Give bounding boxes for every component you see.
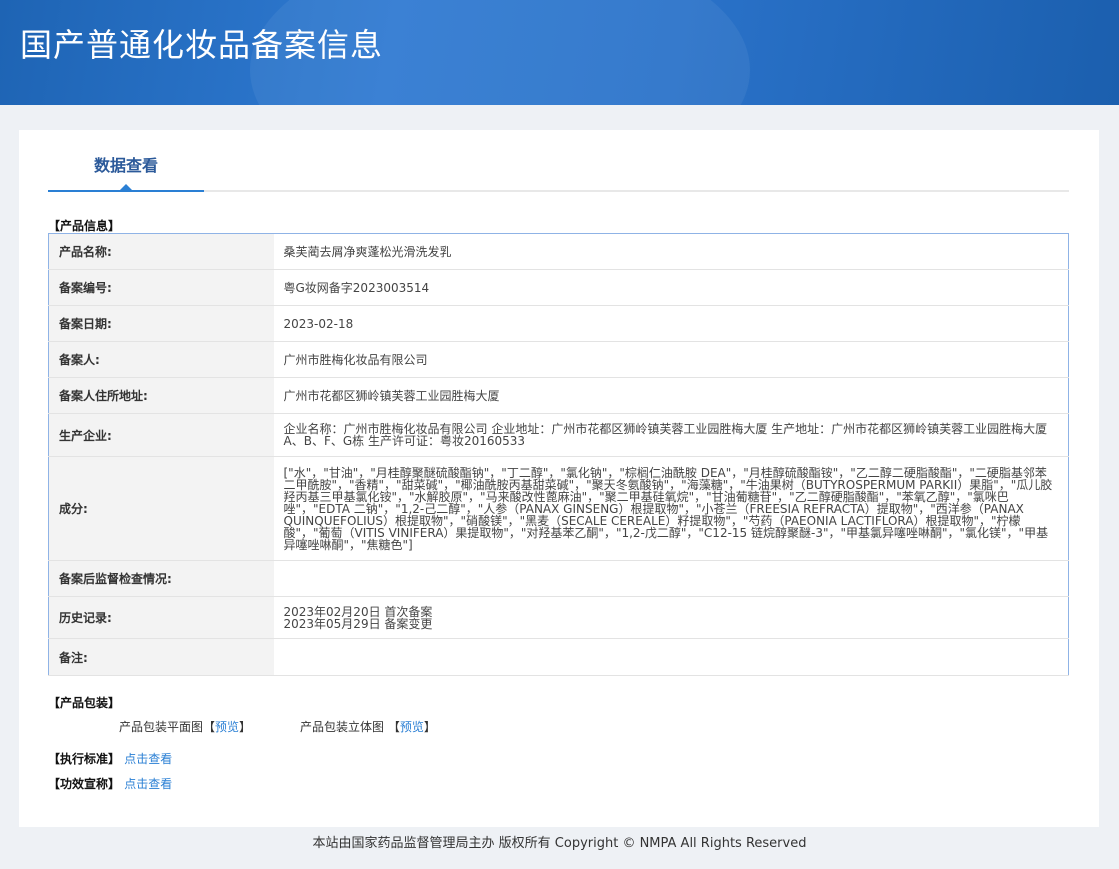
table-row: 产品名称: 桑芙蔺去屑净爽蓬松光滑洗发乳 [48,233,1069,270]
package-flat-label: 产品包装平面图 [119,720,204,734]
table-row: 备案人住所地址: 广州市花都区狮岭镇芙蓉工业园胜梅大厦 [48,377,1069,414]
package-flat: 产品包装平面图【预览】 [119,718,251,735]
row-value: 广州市花都区狮岭镇芙蓉工业园胜梅大厦 [273,377,1069,414]
row-value: 粤G妆网备字2023003514 [273,269,1069,306]
row-label: 备案后监督检查情况: [48,560,274,597]
row-value: 2023-02-18 [273,305,1069,342]
row-value: 2023年02月20日 首次备案 2023年05月29日 备案变更 [273,596,1069,639]
row-label: 成分: [48,456,274,561]
table-row: 成分: ["水"，"甘油"，"月桂醇聚醚硫酸酯钠"，"丁二醇"，"氯化钠"，"棕榈… [48,456,1069,561]
row-value: 企业名称：广州市胜梅化妆品有限公司 企业地址：广州市花都区狮岭镇芙蓉工业园胜梅大… [273,413,1069,457]
row-value [273,638,1069,676]
row-value: 广州市胜梅化妆品有限公司 [273,341,1069,378]
row-label: 生产企业: [48,413,274,457]
footer: 本站由国家药品监督管理局主办 版权所有 Copyright © NMPA All… [312,836,807,851]
page-title: 国产普通化妆品备案信息 [20,26,384,64]
section-packaging: 【产品包装】 [48,696,121,710]
row-label: 备案人: [48,341,274,378]
table-row: 备案日期: 2023-02-18 [48,305,1069,342]
row-value: 桑芙蔺去屑净爽蓬松光滑洗发乳 [273,233,1069,270]
row-label: 历史记录: [48,596,274,639]
table-row: 备案编号: 粤G妆网备字2023003514 [48,269,1069,306]
section-standard: 【执行标准】 点击查看 [48,750,172,767]
page-header: 国产普通化妆品备案信息 [0,0,1119,105]
table-row: 历史记录: 2023年02月20日 首次备案 2023年05月29日 备案变更 [48,596,1069,639]
package-3d: 产品包装立体图 【预览】 [300,718,436,735]
content-panel: 数据查看 【产品信息】 产品名称: 桑芙蔺去屑净爽蓬松光滑洗发乳 备案编号: 粤G妆网… [19,130,1099,827]
bracket: 】 [239,720,252,734]
tab-bar: 数据查看 [48,130,1069,192]
table-row: 备案人: 广州市胜梅化妆品有限公司 [48,341,1069,378]
table-row: 生产企业: 企业名称：广州市胜梅化妆品有限公司 企业地址：广州市花都区狮岭镇芙蓉工… [48,413,1069,457]
bracket: 【 [203,720,216,734]
row-label: 备案编号: [48,269,274,306]
product-info-table: 产品名称: 桑芙蔺去屑净爽蓬松光滑洗发乳 备案编号: 粤G妆网备字2023003514… [48,233,1069,676]
table-row: 备注: [48,638,1069,676]
package-flat-preview-link[interactable]: 预览 [215,720,239,734]
row-value [273,560,1069,597]
row-label: 备案日期: [48,305,274,342]
standard-label: 【执行标准】 [48,752,121,766]
row-label: 备注: [48,638,274,676]
efficacy-label: 【功效宣称】 [48,777,121,791]
section-product-info: 【产品信息】 [48,219,121,233]
table-row: 备案后监督检查情况: [48,560,1069,597]
row-label: 备案人住所地址: [48,377,274,414]
section-efficacy: 【功效宣称】 点击查看 [48,775,172,792]
package-3d-label: 产品包装立体图 [300,720,385,734]
row-value: ["水"，"甘油"，"月桂醇聚醚硫酸酯钠"，"丁二醇"，"氯化钠"，"棕榈仁油酰… [273,456,1069,561]
bracket: 【 [387,720,400,734]
package-3d-preview-link[interactable]: 预览 [400,720,424,734]
bracket: 】 [423,720,436,734]
tab-data-view[interactable]: 数据查看 [48,130,204,192]
row-label: 产品名称: [48,233,274,270]
standard-view-link[interactable]: 点击查看 [124,752,172,766]
efficacy-view-link[interactable]: 点击查看 [124,777,172,791]
